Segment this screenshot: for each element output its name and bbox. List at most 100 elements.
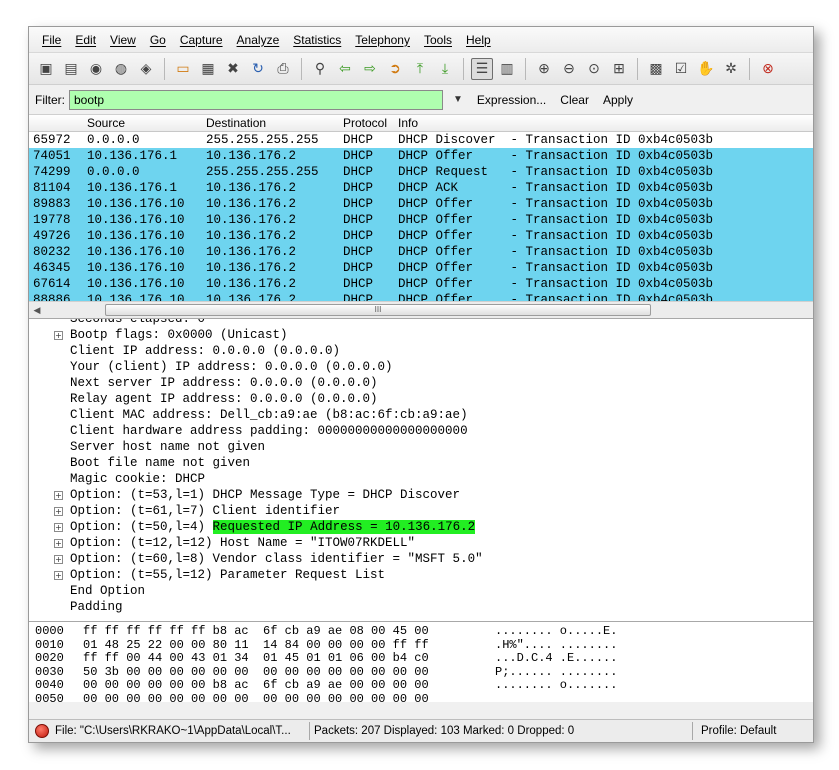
column-header-protocol[interactable]: Protocol (343, 116, 398, 130)
highlighted-field[interactable]: Requested IP Address = 10.136.176.2 (212, 520, 476, 534)
packet-row[interactable]: 49726 10.136.176.10 10.136.176.2 DHCP DHCP O… (29, 228, 813, 244)
coloring-rules-icon[interactable]: ✋ (695, 58, 717, 80)
back-icon[interactable]: ⇦ (334, 58, 356, 80)
expand-plus-icon[interactable]: + (54, 507, 63, 516)
packet-row[interactable]: 89883 10.136.176.10 10.136.176.2 DHCP DHCP O… (29, 196, 813, 212)
packet-row[interactable]: 80232 10.136.176.10 10.136.176.2 DHCP DHCP O… (29, 244, 813, 260)
detail-line[interactable]: + Option: (t=60,l=8) Vendor class identif… (29, 551, 813, 567)
open-folder-icon[interactable]: ▭ (172, 58, 194, 80)
reload-icon[interactable]: ↻ (247, 58, 269, 80)
colorize-icon[interactable]: ☰ (471, 57, 493, 80)
save-icon[interactable]: ▦ (197, 58, 219, 80)
zoom-reset-icon[interactable]: ⊙ (583, 58, 605, 80)
filter-dropdown-icon[interactable]: ▼ (453, 94, 463, 105)
start-capture-icon[interactable]: ◉ (85, 58, 107, 80)
interfaces-icon[interactable]: ▣ (35, 58, 57, 80)
packet-row[interactable]: 19778 10.136.176.10 10.136.176.2 DHCP DHCP O… (29, 212, 813, 228)
column-header-destination[interactable]: Destination (206, 116, 343, 130)
restart-capture-icon[interactable]: ◈ (135, 58, 157, 80)
expand-plus-icon[interactable]: + (54, 571, 63, 580)
find-icon[interactable]: ⚲ (309, 58, 331, 80)
capture-options-icon[interactable]: ▤ (60, 58, 82, 80)
preferences-icon[interactable]: ✲ (720, 58, 742, 80)
detail-line[interactable]: + Option: (t=61,l=7) Client identifier (29, 503, 813, 519)
capture-filters-icon[interactable]: ▩ (645, 58, 667, 80)
first-packet-icon[interactable]: ⤒ (409, 58, 431, 80)
detail-line-cut[interactable]: Seconds elapsed: 0 (29, 319, 813, 327)
detail-line[interactable]: Client hardware address padding: 0000000… (29, 423, 813, 439)
menu-statistics[interactable]: Statistics (286, 33, 348, 47)
packet-cell-no: 19778 (33, 213, 71, 227)
detail-line[interactable]: End Option (29, 583, 813, 599)
status-profile[interactable]: Profile: Default (697, 725, 776, 737)
goto-packet-icon[interactable]: ➲ (384, 58, 406, 80)
menu-tools[interactable]: Tools (417, 33, 459, 47)
menu-file[interactable]: File (35, 33, 68, 47)
menu-go[interactable]: Go (143, 33, 173, 47)
column-header-source[interactable]: Source (87, 116, 206, 130)
menu-edit[interactable]: Edit (68, 33, 103, 47)
packet-row[interactable]: 67614 10.136.176.10 10.136.176.2 DHCP DHCP O… (29, 276, 813, 292)
bytes-line[interactable]: 0020 ff ff 00 44 00 43 01 34 01 45 01 01 … (35, 651, 813, 666)
zoom-out-icon[interactable]: ⊖ (558, 58, 580, 80)
packet-row[interactable]: 46345 10.136.176.10 10.136.176.2 DHCP DHCP O… (29, 260, 813, 276)
scroll-left-icon[interactable]: ◀ (29, 305, 45, 316)
detail-line[interactable]: Padding (29, 599, 813, 615)
detail-line[interactable]: Boot file name not given (29, 455, 813, 471)
close-file-icon[interactable]: ✖ (222, 58, 244, 80)
last-packet-icon[interactable]: ⤓ (434, 58, 456, 80)
expert-info-icon[interactable] (35, 724, 49, 738)
packet-row[interactable]: 65972 0.0.0.0 255.255.255.255 DHCP DHCP Disc… (29, 132, 813, 148)
expand-plus-icon[interactable]: + (54, 523, 63, 532)
filter-input[interactable] (69, 89, 443, 110)
stop-capture-icon[interactable]: ◍ (110, 58, 132, 80)
menu-view[interactable]: View (103, 33, 143, 47)
column-header-info[interactable]: Info (398, 116, 813, 130)
detail-text-main: Client IP address: 0.0.0.0 (0.0.0.0) (70, 344, 341, 358)
bytes-line[interactable]: 0030 50 3b 00 00 00 00 00 00 00 00 00 00 … (35, 665, 813, 680)
expand-plus-icon[interactable]: + (54, 331, 63, 340)
detail-line[interactable]: Client MAC address: Dell_cb:a9:ae (b8:ac… (29, 407, 813, 423)
detail-line[interactable]: Magic cookie: DHCP (29, 471, 813, 487)
packet-row[interactable]: 81104 10.136.176.1 10.136.176.2 DHCP DHCP AC… (29, 180, 813, 196)
detail-line[interactable]: + Bootp flags: 0x0000 (Unicast) (29, 327, 813, 343)
horizontal-scrollbar[interactable]: ◀ III (29, 301, 813, 318)
apply-button[interactable]: Apply (603, 93, 633, 107)
packet-cell-info: DHCP Offer - Transaction ID 0xb4c0503b (398, 261, 714, 275)
detail-line[interactable]: + Option: (t=12,l=12) Host Name = "ITOW07… (29, 535, 813, 551)
menu-analyze[interactable]: Analyze (230, 33, 287, 47)
clear-button[interactable]: Clear (560, 93, 589, 107)
packet-row[interactable]: 74051 10.136.176.1 10.136.176.2 DHCP DHCP Of… (29, 148, 813, 164)
detail-text: Next server IP address: 0.0.0.0 (0.0.0.0… (70, 375, 378, 391)
help-icon[interactable]: ⊗ (757, 58, 779, 80)
packet-row[interactable]: 74299 0.0.0.0 255.255.255.255 DHCP DHCP Requ… (29, 164, 813, 180)
detail-line[interactable]: + Option: (t=53,l=1) DHCP Message Type = … (29, 487, 813, 503)
print-icon[interactable]: ⎙ (272, 58, 294, 80)
menu-help[interactable]: Help (459, 33, 498, 47)
detail-line[interactable]: + Option: (t=50,l=4) Requested IP Address… (29, 519, 813, 535)
detail-line[interactable]: Client IP address: 0.0.0.0 (0.0.0.0) (29, 343, 813, 359)
expand-plus-icon[interactable]: + (54, 555, 63, 564)
resize-columns-icon[interactable]: ⊞ (608, 58, 630, 80)
expression-button[interactable]: Expression... (477, 93, 546, 107)
packet-cell-destination: 10.136.176.2 (206, 181, 297, 195)
detail-line[interactable]: Server host name not given (29, 439, 813, 455)
bytes-ascii: ........ o....... (495, 678, 618, 692)
bytes-line[interactable]: 0010 01 48 25 22 00 00 80 11 14 84 00 00 … (35, 638, 813, 653)
expand-plus-icon[interactable]: + (54, 491, 63, 500)
detail-line[interactable]: Relay agent IP address: 0.0.0.0 (0.0.0.0… (29, 391, 813, 407)
forward-icon[interactable]: ⇨ (359, 58, 381, 80)
zoom-in-icon[interactable]: ⊕ (533, 58, 555, 80)
bytes-line[interactable]: 0050 00 00 00 00 00 00 00 00 00 00 00 00 … (35, 692, 813, 702)
display-filters-icon[interactable]: ☑ (670, 58, 692, 80)
autoscroll-icon[interactable]: ▥ (496, 58, 518, 80)
detail-line[interactable]: Your (client) IP address: 0.0.0.0 (0.0.0… (29, 359, 813, 375)
bytes-line[interactable]: 0040 00 00 00 00 00 00 b8 ac 6f cb a9 ae … (35, 678, 813, 693)
menu-capture[interactable]: Capture (173, 33, 230, 47)
detail-line[interactable]: + Option: (t=55,l=12) Parameter Request L… (29, 567, 813, 583)
bytes-line[interactable]: 0000 ff ff ff ff ff ff b8 ac 6f cb a9 ae … (35, 624, 813, 639)
scrollbar-thumb[interactable]: III (105, 304, 651, 316)
detail-line[interactable]: Next server IP address: 0.0.0.0 (0.0.0.0… (29, 375, 813, 391)
menu-telephony[interactable]: Telephony (348, 33, 417, 47)
expand-plus-icon[interactable]: + (54, 539, 63, 548)
